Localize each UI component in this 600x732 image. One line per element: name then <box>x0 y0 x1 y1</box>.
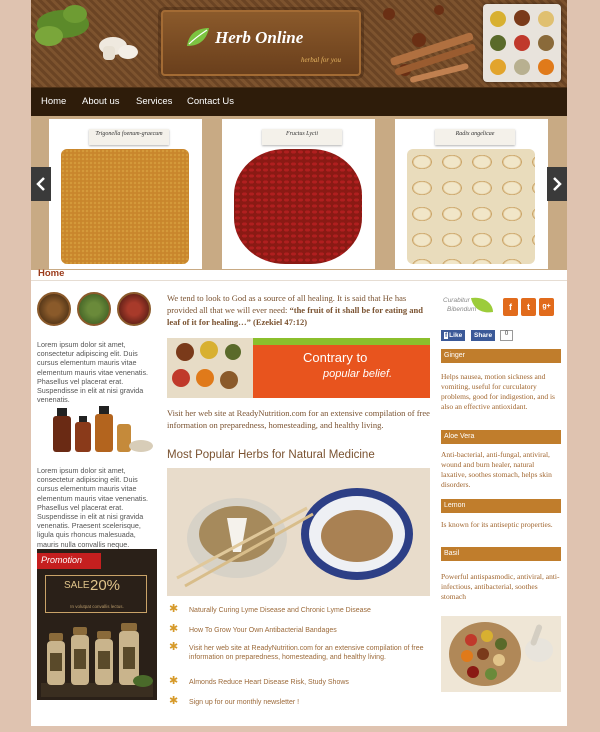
banner-subtitle: popular belief. <box>323 368 393 380</box>
partner-logo-line2: Bibendum <box>447 306 477 313</box>
asterisk-icon: ✱ <box>169 603 179 615</box>
facebook-icon[interactable]: f <box>503 298 518 316</box>
asterisk-icon: ✱ <box>169 695 179 707</box>
divider <box>31 280 567 281</box>
facebook-like-button[interactable]: f Like <box>441 330 466 341</box>
herb-heading-ginger: Ginger <box>441 349 561 363</box>
slide-label: Radix angelicae <box>435 129 515 145</box>
twitter-icon[interactable]: t <box>521 298 536 316</box>
herb-heading-aloe-vera: Aloe Vera <box>441 430 561 444</box>
asterisk-icon: ✱ <box>169 623 179 635</box>
herb-desc-basil: Powerful antispasmodic, antiviral, anti-… <box>441 572 560 601</box>
angelica-root-image <box>407 149 535 264</box>
site-title: Herb Online <box>215 28 304 47</box>
asterisk-icon: ✱ <box>169 675 179 687</box>
sale-label: SALE <box>64 580 90 591</box>
intro-paragraph: We tend to look to God as a source of al… <box>167 292 431 328</box>
facebook-icon: f <box>444 332 449 339</box>
herb-leaves-image <box>35 5 138 60</box>
slider-next-button[interactable] <box>547 167 567 201</box>
like-label: Like <box>449 332 463 339</box>
herb-leaves-thumbnail[interactable] <box>77 292 111 326</box>
herb-desc-lemon: Is known for its antiseptic properties. <box>441 520 553 529</box>
facebook-share-button[interactable]: Share <box>471 330 496 341</box>
fenugreek-seeds-image <box>61 149 189 264</box>
slider-prev-button[interactable] <box>31 167 51 201</box>
share-count: 0 <box>500 330 513 341</box>
spice-tray-image <box>483 4 561 82</box>
breadcrumb[interactable]: Home <box>38 268 64 279</box>
berries-thumbnail[interactable] <box>117 292 151 326</box>
main-nav: Home About us Services Contact Us <box>31 87 567 116</box>
site-logo[interactable]: Herb Online herbal for you <box>161 10 361 76</box>
visit-paragraph: Visit her web site at ReadyNutrition.com… <box>167 408 430 430</box>
partner-logo-line1: Curabitur <box>443 297 470 304</box>
tea-bowls-photo <box>167 468 430 596</box>
list-item-link[interactable]: Sign up for our monthly newsletter ! <box>189 698 429 707</box>
sale-box: SALE 20% In volutpat convallis lectus. <box>45 575 147 613</box>
sidebar-text-1: Lorem ipsum dolor sit amet, consectetur … <box>37 340 149 405</box>
image-slider: Trigonella foenum-graecum Fructus Lycii … <box>31 116 567 270</box>
cinnamon-thumbnail[interactable] <box>37 292 71 326</box>
promotion-banner[interactable]: Promotion SALE 20% In volutpat convallis… <box>37 549 157 700</box>
herb-desc-ginger: Helps nausea, motion sickness and vomiti… <box>441 372 555 411</box>
sale-subtext: In volutpat convallis lectus. <box>70 604 124 609</box>
nav-about-us[interactable]: About us <box>82 96 120 107</box>
site-tagline: herbal for you <box>300 56 341 64</box>
asterisk-icon: ✱ <box>169 641 179 653</box>
herb-heading-basil: Basil <box>441 547 561 561</box>
nav-home[interactable]: Home <box>41 96 66 107</box>
nav-contact-us[interactable]: Contact Us <box>187 96 234 107</box>
herb-thumbnails <box>37 292 157 328</box>
list-item-link[interactable]: How To Grow Your Own Antibacterial Banda… <box>189 626 429 635</box>
page-container: Herb Online herbal for you Home About us… <box>31 0 567 726</box>
chevron-right-icon <box>553 177 562 191</box>
mortar-spices-image <box>441 616 561 692</box>
herb-bottles-image <box>53 406 153 452</box>
section-heading: Most Popular Herbs for Natural Medicine <box>167 449 375 461</box>
spice-jars-image <box>41 623 153 697</box>
leaf-icon <box>187 28 209 46</box>
site-header: Herb Online herbal for you <box>31 0 567 87</box>
promotion-tab: Promotion <box>37 553 101 569</box>
herb-heading-lemon: Lemon <box>441 499 561 513</box>
google-plus-icon[interactable]: g+ <box>539 298 554 316</box>
list-item-link[interactable]: Naturally Curing Lyme Disease and Chroni… <box>189 606 429 615</box>
list-item-link[interactable]: Almonds Reduce Heart Disease Risk, Study… <box>189 678 429 687</box>
sale-value: 20% <box>90 577 121 594</box>
goji-berries-image <box>234 149 362 264</box>
main-content: We tend to look to God as a source of al… <box>167 292 431 707</box>
contrary-banner[interactable]: Contrary to popular belief. <box>167 338 430 398</box>
sidebar-text-2: Lorem ipsum dolor sit amet, consectetur … <box>37 466 149 549</box>
chevron-left-icon <box>36 177 45 191</box>
banner-title: Contrary to <box>303 350 368 365</box>
slide-fenugreek[interactable]: Trigonella foenum-graecum <box>49 119 202 269</box>
slide-goji[interactable]: Fructus Lycii <box>222 119 375 269</box>
list-item-link[interactable]: Visit her web site at ReadyNutrition.com… <box>189 644 429 662</box>
banner-stripe <box>253 338 430 345</box>
nav-services[interactable]: Services <box>136 96 172 107</box>
spice-bowls-image <box>167 338 267 398</box>
herb-desc-aloe-vera: Anti-bacterial, anti-fungal, antiviral, … <box>441 450 552 489</box>
partner-logo[interactable]: Curabitur Bibendum <box>441 294 497 324</box>
slide-label: Trigonella foenum-graecum <box>89 129 169 145</box>
slide-angelica[interactable]: Radix angelicae <box>395 119 548 269</box>
slide-label: Fructus Lycii <box>262 129 342 145</box>
